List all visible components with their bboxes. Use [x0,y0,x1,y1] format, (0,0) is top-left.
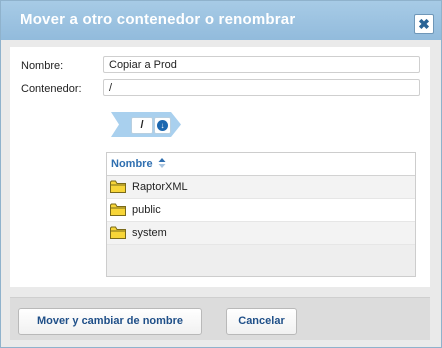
list-item[interactable]: system [107,222,415,245]
column-header-name[interactable]: Nombre [111,158,153,170]
list-item[interactable]: public [107,199,415,222]
breadcrumb-dropdown-button[interactable]: ↓ [154,117,171,134]
sort-ascending-icon[interactable] [158,157,166,169]
list-item-label: system [132,227,167,239]
breadcrumb-segment-root[interactable]: / [131,117,153,134]
folder-icon [110,226,126,239]
close-button[interactable]: ✖ [414,14,434,34]
dialog-title: Mover a otro contenedor o renombrar [20,11,296,28]
folder-list: Nombre RaptorXML public system [106,152,416,277]
dialog-footer: Mover y cambiar de nombre Cancelar [10,297,430,340]
list-header: Nombre [107,153,415,176]
list-item-label: public [132,204,161,216]
name-input[interactable] [103,56,420,73]
container-label: Contenedor: [21,83,82,95]
folder-icon [110,203,126,216]
dialog-content-panel: Nombre: Contenedor: / ↓ Nombre [10,47,430,287]
folder-icon [110,180,126,193]
close-icon: ✖ [418,16,430,32]
name-label: Nombre: [21,60,64,72]
move-rename-dialog: Mover a otro contenedor o renombrar ✖ No… [0,0,442,348]
move-rename-button[interactable]: Mover y cambiar de nombre [18,308,202,335]
cancel-button[interactable]: Cancelar [226,308,297,335]
breadcrumb: / ↓ [111,112,181,137]
arrow-down-circle-icon: ↓ [157,120,168,131]
list-item-label: RaptorXML [132,181,188,193]
list-item[interactable]: RaptorXML [107,176,415,199]
container-input[interactable] [103,79,420,96]
dialog-title-bar: Mover a otro contenedor o renombrar ✖ [1,1,441,40]
